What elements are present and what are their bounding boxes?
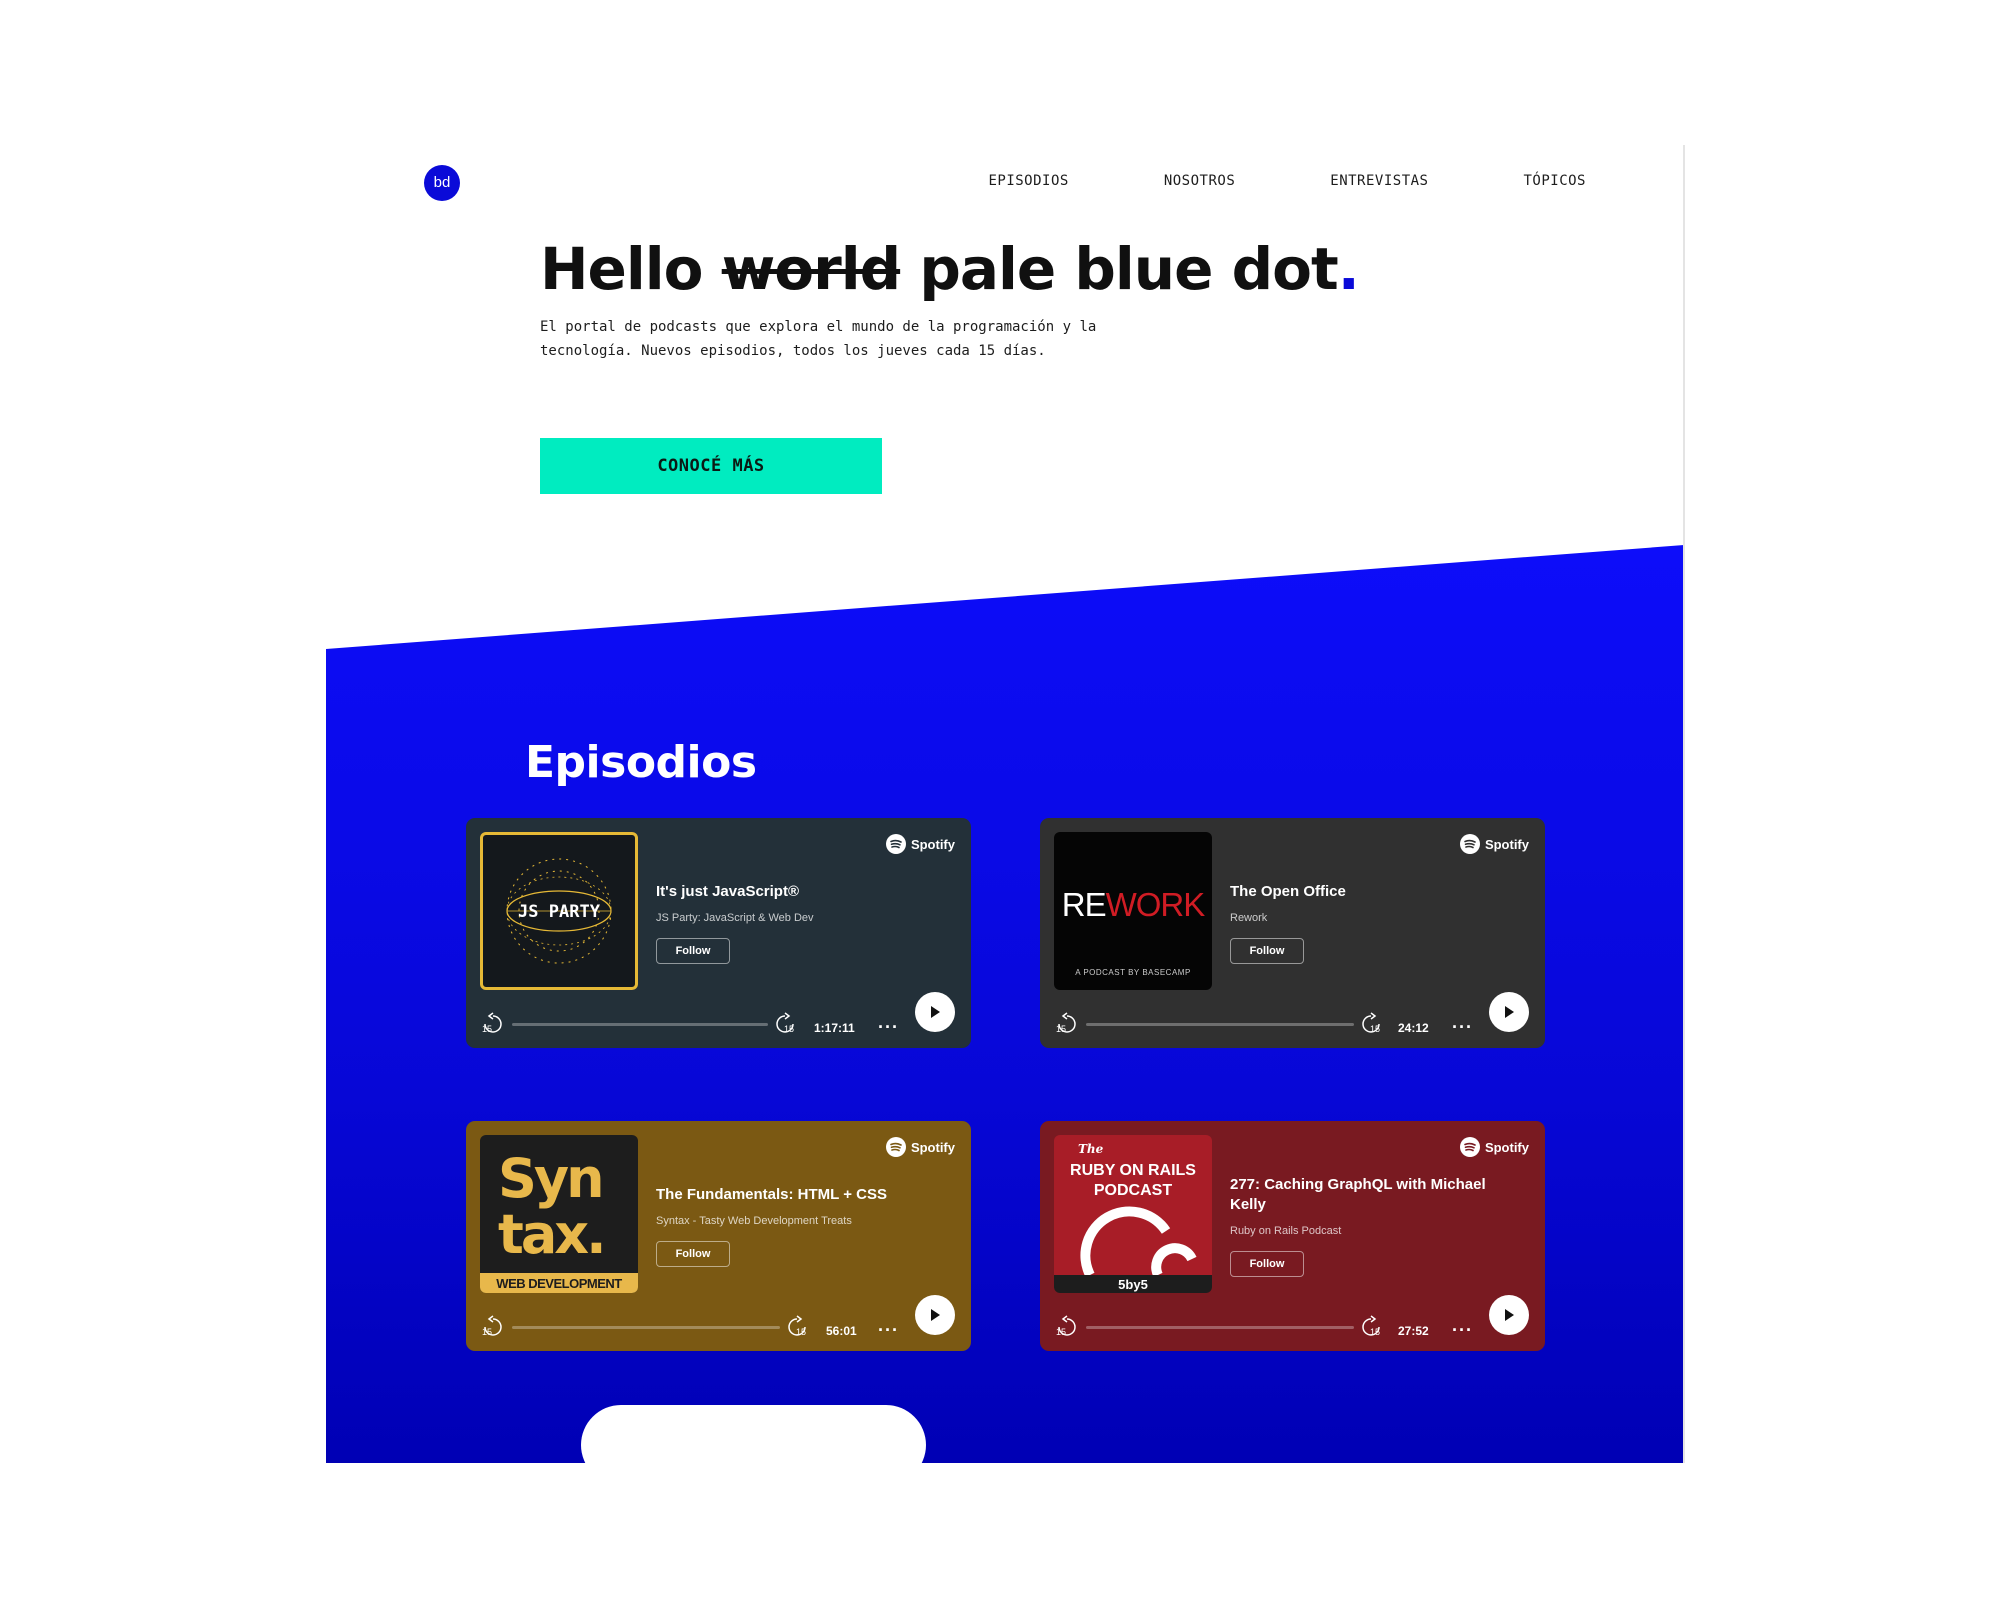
show-name[interactable]: Syntax - Tasty Web Development Treats bbox=[656, 1215, 852, 1227]
hero-subtitle: El portal de podcasts que explora el mun… bbox=[540, 319, 1097, 359]
cover-js-party-text: JS PARTY bbox=[518, 902, 601, 922]
episode-card-rework: REWORK A PODCAST BY BASECAMP Spotify The… bbox=[1040, 818, 1545, 1048]
play-icon bbox=[1505, 1006, 1514, 1018]
progress-bar[interactable] bbox=[1086, 1023, 1354, 1026]
svg-text:15: 15 bbox=[796, 1327, 806, 1337]
play-button[interactable] bbox=[915, 992, 955, 1032]
spotify-label: Spotify bbox=[910, 836, 955, 852]
spotify-badge[interactable]: Spotify bbox=[885, 834, 955, 854]
progress-bar[interactable] bbox=[512, 1326, 780, 1329]
conoce-mas-button[interactable]: CONOCÉ MÁS bbox=[540, 438, 882, 494]
spotify-label: Spotify bbox=[1484, 836, 1529, 852]
spotify-icon bbox=[1459, 1137, 1480, 1157]
play-icon bbox=[1505, 1309, 1514, 1321]
progress-bar[interactable] bbox=[512, 1023, 768, 1026]
ruby-on-rails-logo: The RUBY ON RAILS PODCAST 5by5 bbox=[1054, 1142, 1212, 1293]
svg-text:PODCAST: PODCAST bbox=[1094, 1182, 1172, 1199]
nav-link-entrevistas[interactable]: ENTREVISTAS bbox=[1330, 173, 1428, 189]
nav-link-nosotros[interactable]: NOSOTROS bbox=[1164, 173, 1235, 189]
play-button[interactable] bbox=[1489, 992, 1529, 1032]
rework-logo: REWORK A PODCAST BY BASECAMP bbox=[1062, 886, 1206, 977]
play-icon bbox=[931, 1006, 940, 1018]
spotify-icon bbox=[1459, 834, 1480, 854]
duration-label: 1:17:11 bbox=[814, 1021, 855, 1035]
hero-title-start: Hello bbox=[540, 235, 703, 303]
more-options-icon[interactable]: ··· bbox=[878, 1320, 899, 1341]
duration-label: 27:52 bbox=[1398, 1324, 1429, 1338]
follow-button[interactable]: Follow bbox=[1230, 1251, 1304, 1277]
skip-back-icon[interactable]: 15 bbox=[1054, 1315, 1080, 1337]
cover-ruby-on-rails: The RUBY ON RAILS PODCAST 5by5 bbox=[1054, 1135, 1212, 1293]
main-nav: EPISODIOS NOSOTROS ENTREVISTAS TÓPICOS bbox=[988, 173, 1586, 189]
episode-card-ruby-on-rails: The RUBY ON RAILS PODCAST 5by5 Spotify 2… bbox=[1040, 1121, 1545, 1351]
svg-text:15: 15 bbox=[1370, 1327, 1380, 1337]
more-options-icon[interactable]: ··· bbox=[1452, 1320, 1473, 1341]
globe-icon: JS PARTY bbox=[506, 858, 612, 964]
follow-button[interactable]: Follow bbox=[656, 938, 730, 964]
play-button[interactable] bbox=[915, 1295, 955, 1335]
cover-syntax: Syn tax. WEB DEVELOPMENT bbox=[480, 1135, 638, 1293]
svg-text:15: 15 bbox=[482, 1024, 492, 1034]
skip-back-icon[interactable]: 15 bbox=[480, 1315, 506, 1337]
svg-text:A PODCAST BY BASECAMP: A PODCAST BY BASECAMP bbox=[1075, 968, 1191, 977]
show-name[interactable]: Rework bbox=[1230, 912, 1267, 924]
nav-link-episodios[interactable]: EPISODIOS bbox=[988, 173, 1068, 189]
play-button[interactable] bbox=[1489, 1295, 1529, 1335]
svg-text:15: 15 bbox=[1056, 1024, 1066, 1034]
spotify-badge[interactable]: Spotify bbox=[1459, 1137, 1529, 1157]
page: bd EPISODIOS NOSOTROS ENTREVISTAS TÓPICO… bbox=[326, 145, 1684, 1463]
spotify-icon bbox=[885, 1137, 906, 1157]
spotify-label: Spotify bbox=[1484, 1139, 1529, 1155]
episode-title[interactable]: The Fundamentals: HTML + CSS bbox=[656, 1185, 946, 1205]
syntax-logo: Syn tax. WEB DEVELOPMENT bbox=[480, 1147, 638, 1293]
skip-forward-icon[interactable]: 15 bbox=[1358, 1012, 1384, 1034]
cover-rework: REWORK A PODCAST BY BASECAMP bbox=[1054, 832, 1212, 990]
nav-link-topicos[interactable]: TÓPICOS bbox=[1523, 173, 1586, 189]
spotify-badge[interactable]: Spotify bbox=[1459, 834, 1529, 854]
follow-button[interactable]: Follow bbox=[1230, 938, 1304, 964]
hero-title: Hello world pale blue dot. bbox=[540, 235, 1360, 303]
episode-title[interactable]: It's just JavaScript® bbox=[656, 882, 946, 902]
hero-title-struck: world bbox=[721, 235, 901, 303]
svg-text:RUBY ON RAILS: RUBY ON RAILS bbox=[1070, 1162, 1196, 1179]
skip-forward-icon[interactable]: 15 bbox=[772, 1012, 798, 1034]
play-icon bbox=[931, 1309, 940, 1321]
svg-text:REWORK: REWORK bbox=[1062, 886, 1205, 923]
spotify-label: Spotify bbox=[910, 1139, 955, 1155]
show-name[interactable]: Ruby on Rails Podcast bbox=[1230, 1225, 1341, 1237]
duration-label: 56:01 bbox=[826, 1324, 857, 1338]
duration-label: 24:12 bbox=[1398, 1021, 1429, 1035]
skip-back-icon[interactable]: 15 bbox=[1054, 1012, 1080, 1034]
more-options-icon[interactable]: ··· bbox=[878, 1017, 899, 1038]
svg-text:5by5: 5by5 bbox=[1118, 1277, 1148, 1292]
skip-forward-icon[interactable]: 15 bbox=[784, 1315, 810, 1337]
skip-forward-icon[interactable]: 15 bbox=[1358, 1315, 1384, 1337]
svg-text:15: 15 bbox=[1370, 1024, 1380, 1034]
more-options-icon[interactable]: ··· bbox=[1452, 1017, 1473, 1038]
svg-text:Syn: Syn bbox=[498, 1147, 602, 1210]
hero-title-dot: . bbox=[1337, 235, 1360, 303]
hero-title-end: pale blue dot bbox=[919, 235, 1338, 303]
svg-text:The: The bbox=[1078, 1142, 1104, 1156]
progress-bar[interactable] bbox=[1086, 1326, 1354, 1329]
follow-button[interactable]: Follow bbox=[656, 1241, 730, 1267]
episode-card-syntax: Syn tax. WEB DEVELOPMENT Spotify The Fun… bbox=[466, 1121, 971, 1351]
show-name[interactable]: JS Party: JavaScript & Web Dev bbox=[656, 912, 814, 924]
svg-text:15: 15 bbox=[1056, 1327, 1066, 1337]
episode-title[interactable]: 277: Caching GraphQL with Michael Kelly bbox=[1230, 1175, 1520, 1215]
spotify-icon bbox=[885, 834, 906, 854]
svg-text:15: 15 bbox=[482, 1327, 492, 1337]
episodes-title: Episodios bbox=[525, 737, 757, 788]
page-edge-divider bbox=[1683, 145, 1685, 1463]
episode-title[interactable]: The Open Office bbox=[1230, 882, 1520, 902]
svg-text:tax.: tax. bbox=[498, 1203, 604, 1266]
skip-back-icon[interactable]: 15 bbox=[480, 1012, 506, 1034]
bottom-tab-shape bbox=[581, 1405, 926, 1463]
svg-text:WEB DEVELOPMENT: WEB DEVELOPMENT bbox=[496, 1276, 622, 1291]
site-logo[interactable]: bd bbox=[424, 165, 460, 201]
svg-text:15: 15 bbox=[784, 1024, 794, 1034]
episode-card-js-party: JS PARTY Spotify It's just JavaScript® J… bbox=[466, 818, 971, 1048]
spotify-badge[interactable]: Spotify bbox=[885, 1137, 955, 1157]
cover-js-party: JS PARTY bbox=[480, 832, 638, 990]
